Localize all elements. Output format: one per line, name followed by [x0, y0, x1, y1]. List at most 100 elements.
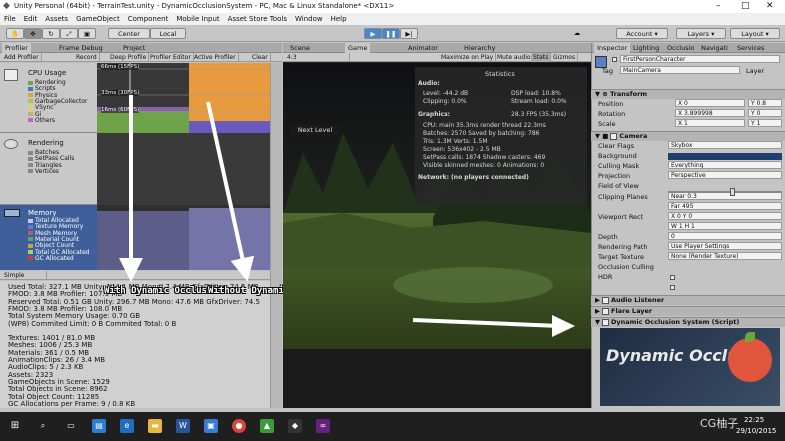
clock-date[interactable]: 29/10/2015: [736, 427, 776, 435]
tab-scene[interactable]: Scene: [287, 43, 313, 53]
memory-view-mode-dropdown[interactable]: Simple: [2, 271, 47, 280]
pivot-center-button[interactable]: Center: [108, 28, 150, 39]
dynamic-occlusion-header[interactable]: ▼ Dynamic Occlusion System (Script): [591, 317, 785, 327]
background-color-swatch[interactable]: [668, 153, 782, 160]
active-profiler-dropdown[interactable]: Active Profiler: [192, 53, 239, 62]
camera-field-value[interactable]: 0: [668, 231, 782, 240]
file-explorer-icon[interactable]: ▬: [148, 419, 162, 433]
tab-services[interactable]: Services: [734, 43, 767, 53]
active-checkbox[interactable]: [612, 57, 617, 62]
aspect-dropdown[interactable]: 4:3: [285, 53, 350, 62]
minimize-icon[interactable]: –: [716, 1, 721, 11]
camera-field-value[interactable]: Skybox: [668, 141, 782, 149]
add-profiler-dropdown[interactable]: Add Profiler: [2, 53, 42, 62]
camera-field-value[interactable]: Perspective: [668, 171, 782, 180]
tag-dropdown[interactable]: MainCamera: [620, 66, 740, 74]
pause-button[interactable]: ❚❚: [382, 28, 400, 39]
move-tool-button[interactable]: ✥: [24, 28, 42, 39]
store-icon[interactable]: ▤: [92, 419, 106, 433]
rendering-legend-item[interactable]: Vertices: [28, 168, 59, 175]
tab-profiler[interactable]: Profiler: [2, 43, 31, 53]
clear-button[interactable]: Clear: [250, 53, 271, 62]
pivot-local-button[interactable]: Local: [150, 28, 186, 39]
word-icon[interactable]: W: [176, 419, 190, 433]
scale-x-field[interactable]: X 1: [675, 119, 745, 127]
tab-project[interactable]: Project: [120, 43, 148, 53]
windows-start-icon[interactable]: ⊞: [8, 419, 22, 433]
rendering-legend[interactable]: Rendering Batches SetPass Calls Triangles V…: [0, 133, 97, 205]
rect-tool-button[interactable]: ▣: [78, 28, 96, 39]
cpu-usage-legend[interactable]: CPU Usage Rendering Scripts Physics Garbage…: [0, 63, 97, 133]
occlusion-culling-checkbox[interactable]: [670, 275, 675, 280]
menu-component[interactable]: Component: [124, 13, 173, 23]
edge-icon[interactable]: e: [120, 419, 134, 433]
close-icon[interactable]: ✕: [766, 1, 774, 11]
deep-profile-toggle[interactable]: Deep Profile: [108, 53, 150, 62]
rotate-tool-button[interactable]: ↻: [42, 28, 60, 39]
clock-time[interactable]: 22:25: [744, 416, 764, 424]
folder-icon[interactable]: ▲: [260, 419, 274, 433]
stats-toggle[interactable]: Stats: [531, 53, 552, 62]
position-y-field[interactable]: Y 0.8: [748, 99, 782, 107]
mute-audio-toggle[interactable]: Mute audio: [495, 53, 534, 62]
next-level-button[interactable]: Next Level: [291, 125, 339, 135]
hand-tool-button[interactable]: ✋: [6, 28, 24, 39]
task-view-icon[interactable]: ▭: [64, 419, 78, 433]
camera-field-value[interactable]: Far 495: [668, 201, 782, 210]
play-button[interactable]: ▶: [364, 28, 382, 39]
position-x-field[interactable]: X 0: [675, 99, 745, 107]
menu-help[interactable]: Help: [327, 13, 351, 23]
search-icon[interactable]: ⌕: [36, 419, 50, 433]
unity-taskbar-icon[interactable]: ◆: [288, 419, 302, 433]
tab-navigation[interactable]: Navigati: [698, 43, 731, 53]
rotation-x-field[interactable]: X 3.899998: [675, 109, 745, 117]
step-button[interactable]: ▶|: [400, 28, 418, 39]
profiler-editor-toggle[interactable]: Profiler Editor: [148, 53, 194, 62]
menu-edit[interactable]: Edit: [20, 13, 42, 23]
memory-swatch-icon: [28, 218, 33, 223]
tab-game[interactable]: Game: [345, 43, 371, 53]
menu-file[interactable]: File: [0, 13, 20, 23]
tab-occlusion[interactable]: Occlusio: [664, 43, 697, 53]
layers-dropdown[interactable]: Layers ▾: [676, 28, 726, 39]
scale-tool-button[interactable]: ⤢: [60, 28, 78, 39]
camera-field-value[interactable]: W 1 H 1: [668, 221, 782, 230]
visual-studio-icon[interactable]: ∞: [316, 419, 330, 433]
memory-legend[interactable]: Memory Total Allocated Texture Memory Mesh…: [0, 205, 97, 270]
tab-animator[interactable]: Animator: [405, 43, 441, 53]
record-toggle[interactable]: Record: [74, 53, 100, 62]
hdr-checkbox[interactable]: [670, 285, 675, 290]
tab-frame-debug[interactable]: Frame Debug: [56, 43, 106, 53]
maximize-icon[interactable]: □: [741, 1, 750, 11]
menu-window[interactable]: Window: [291, 13, 327, 23]
camera-field-value[interactable]: Everything: [668, 161, 782, 170]
menu-gameobject[interactable]: GameObject: [72, 13, 124, 23]
gizmos-dropdown[interactable]: Gizmos: [551, 53, 579, 62]
object-name-field[interactable]: FirstPersonCharacter: [620, 55, 780, 63]
cloud-icon[interactable]: ☁: [572, 28, 582, 39]
flare-layer-header[interactable]: ▶ Flare Layer: [591, 306, 785, 316]
camera-header[interactable]: ▼ ■ Camera: [591, 131, 785, 141]
rotation-y-field[interactable]: Y 0: [748, 109, 782, 117]
camera-field-value[interactable]: X 0 Y 0: [668, 211, 782, 220]
tab-lighting[interactable]: Lighting: [630, 43, 662, 53]
camera-field-value[interactable]: Use Player Settings: [668, 242, 782, 250]
camera-field-value[interactable]: None (Render Texture): [668, 252, 782, 261]
audio-listener-header[interactable]: ▶ Audio Listener: [591, 295, 785, 305]
tab-inspector[interactable]: Inspector: [594, 43, 631, 53]
menu-mobile-input[interactable]: Mobile Input: [172, 13, 223, 23]
transform-header[interactable]: ▼ ⊕ Transform: [591, 89, 785, 99]
layout-dropdown[interactable]: Layout ▾: [730, 28, 780, 39]
memory-legend-item[interactable]: GC Allocated: [28, 255, 74, 262]
tab-hierarchy[interactable]: Hierarchy: [461, 43, 498, 53]
cpu-legend-item[interactable]: Others: [28, 117, 55, 124]
maximize-on-play-toggle[interactable]: Maximize on Play: [439, 53, 497, 62]
fov-slider-handle[interactable]: [730, 188, 735, 196]
app-icon[interactable]: ▣: [204, 419, 218, 433]
menu-asset-store-tools[interactable]: Asset Store Tools: [224, 13, 291, 23]
chrome-icon[interactable]: ●: [232, 419, 246, 433]
menu-assets[interactable]: Assets: [41, 13, 72, 23]
scale-y-field[interactable]: Y 1: [748, 119, 782, 127]
account-dropdown[interactable]: Account ▾: [616, 28, 668, 39]
fov-slider-track[interactable]: [668, 191, 782, 193]
